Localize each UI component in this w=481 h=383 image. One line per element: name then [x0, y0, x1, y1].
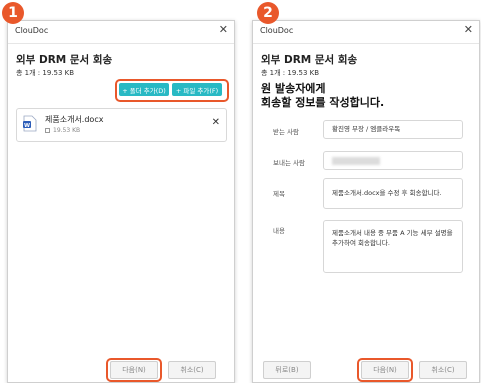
recipient-label: 받는 사람 — [273, 128, 299, 136]
file-size: 19.53 KB — [53, 127, 81, 134]
instruction-line-2: 회송할 정보를 작성합니다. — [261, 96, 385, 109]
sender-value-blurred — [332, 157, 380, 165]
dialog-step1: ClouDoc ✕ 외부 DRM 문서 회송 총 1개 : 19.53 KB +… — [7, 20, 235, 383]
dialog-heading: 외부 DRM 문서 회송 — [261, 54, 358, 66]
cancel-button[interactable]: 취소(C) — [168, 361, 216, 379]
next-button[interactable]: 다음(N) — [110, 361, 158, 379]
app-title: ClouDoc — [260, 26, 294, 35]
file-summary: 총 1개 : 19.53 KB — [261, 69, 320, 77]
file-item[interactable]: W 제품소개서.docx 19.53 KB ✕ — [16, 108, 227, 142]
dialog-step2: ClouDoc ✕ 외부 DRM 문서 회송 총 1개 : 19.53 KB 원… — [252, 20, 480, 383]
file-summary: 총 1개 : 19.53 KB — [16, 69, 75, 77]
title-bar: ClouDoc ✕ — [8, 21, 234, 44]
step-badge-2: 2 — [257, 2, 279, 24]
add-file-button[interactable]: + 파일 추가(F) — [172, 83, 222, 96]
subject-label: 제목 — [273, 190, 285, 198]
close-icon[interactable]: ✕ — [219, 24, 228, 36]
content-text: 제품소개서 내용 중 부품 A 기능 세부 설명을 추가하여 회송합니다. — [332, 229, 453, 247]
content-label: 내용 — [273, 227, 285, 235]
subject-field[interactable]: 제품소개서.docx을 수정 후 회송합니다. — [323, 178, 463, 209]
recipient-field[interactable]: 황진영 부장 / 엠클라우독 — [323, 120, 463, 139]
content-textarea[interactable]: 제품소개서 내용 중 부품 A 기능 세부 설명을 추가하여 회송합니다. — [323, 220, 463, 273]
next-button[interactable]: 다음(N) — [361, 361, 409, 379]
sender-label: 보내는 사람 — [273, 159, 305, 167]
dialog-heading: 외부 DRM 문서 회송 — [16, 54, 113, 66]
sender-field[interactable] — [323, 151, 463, 170]
close-icon[interactable]: ✕ — [464, 24, 473, 36]
file-size-icon — [45, 128, 50, 133]
instruction-line-1: 원 발송자에게 — [261, 82, 326, 95]
title-bar: ClouDoc ✕ — [253, 21, 479, 44]
instruction: 원 발송자에게 회송할 정보를 작성합니다. — [261, 82, 384, 110]
cancel-button[interactable]: 취소(C) — [419, 361, 467, 379]
svg-text:W: W — [24, 123, 30, 129]
file-name: 제품소개서.docx — [45, 115, 104, 124]
add-folder-button[interactable]: + 폴더 추가(D) — [119, 83, 169, 96]
app-title: ClouDoc — [15, 26, 49, 35]
back-button[interactable]: 뒤로(B) — [263, 361, 311, 379]
word-doc-icon: W — [23, 115, 37, 136]
remove-file-icon[interactable]: ✕ — [212, 117, 220, 128]
step-badge-1: 1 — [2, 2, 24, 24]
